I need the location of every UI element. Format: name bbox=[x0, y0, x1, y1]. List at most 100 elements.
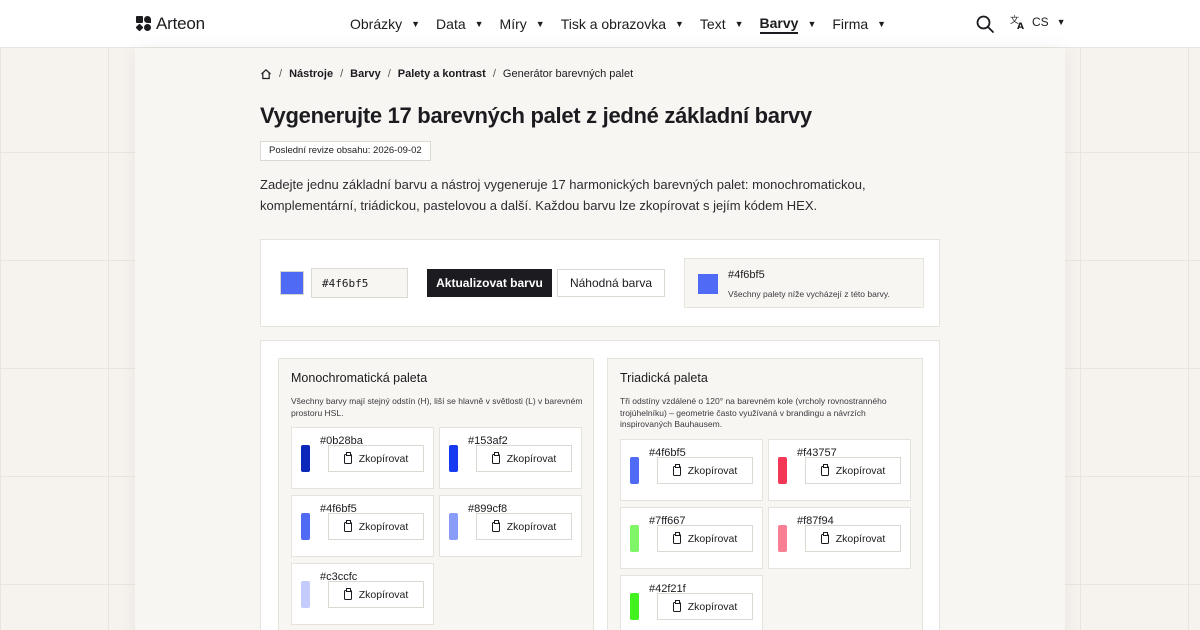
copy-button-label: Zkopírovat bbox=[835, 464, 886, 477]
nav-item-label: Data bbox=[436, 16, 466, 32]
breadcrumb-separator: / bbox=[387, 68, 391, 80]
clipboard-icon bbox=[672, 463, 681, 476]
breadcrumb-link[interactable]: Palety a kontrast bbox=[398, 68, 486, 80]
nav-item[interactable]: Firma ▼ bbox=[832, 0, 886, 48]
chevron-down-icon: ▼ bbox=[1056, 17, 1066, 27]
color-tile: #899cf8 Zkopírovat bbox=[439, 495, 582, 557]
color-tile: #c3ccfc Zkopírovat bbox=[291, 563, 434, 625]
copy-button[interactable]: Zkopírovat bbox=[476, 445, 572, 472]
color-tile: #4f6bf5 Zkopírovat bbox=[620, 439, 763, 501]
color-tile: #f87f94 Zkopírovat bbox=[768, 507, 911, 569]
nav-item-label: Text bbox=[699, 16, 726, 32]
breadcrumb-separator: / bbox=[492, 68, 496, 80]
copy-button-label: Zkopírovat bbox=[687, 464, 738, 477]
chevron-down-icon: ▼ bbox=[807, 19, 817, 29]
palette-card-triadic: Triadická paleta Tři odstíny vzdálené o … bbox=[607, 358, 923, 630]
palettes-section: Monochromatická paleta Všechny barvy maj… bbox=[260, 340, 940, 630]
copy-button[interactable]: Zkopírovat bbox=[476, 513, 572, 540]
nav-item[interactable]: Data ▼ bbox=[436, 0, 484, 48]
chevron-down-icon: ▼ bbox=[411, 19, 421, 29]
breadcrumb-link[interactable]: Nástroje bbox=[289, 68, 333, 80]
update-color-button[interactable]: Aktualizovat barvu bbox=[427, 269, 552, 297]
chevron-down-icon: ▼ bbox=[675, 19, 684, 29]
breadcrumb-link[interactable]: Barvy bbox=[350, 68, 381, 80]
breadcrumb: / Nástroje / Barvy / Palety a kontrast / Generá… bbox=[260, 68, 633, 80]
nav-item[interactable]: Obrázky ▼ bbox=[350, 0, 420, 48]
hex-input[interactable] bbox=[311, 268, 408, 298]
home-icon[interactable] bbox=[260, 68, 272, 80]
color-tile: #42f21f Zkopírovat bbox=[620, 575, 763, 630]
clipboard-icon bbox=[343, 451, 352, 464]
copy-button-label: Zkopírovat bbox=[506, 520, 557, 533]
copy-button[interactable]: Zkopírovat bbox=[328, 445, 424, 472]
revision-badge: Poslední revize obsahu: 2026-09-02 bbox=[260, 141, 431, 161]
nav-item[interactable]: Text ▼ bbox=[700, 0, 744, 48]
language-selector[interactable]: 文 A CS ▼ bbox=[1010, 14, 1066, 30]
top-navigation-bar: Arteon Obrázky ▼ Data ▼ Míry ▼ Tisk a obrazovk… bbox=[0, 0, 1200, 48]
current-color-swatch bbox=[698, 274, 718, 294]
color-tile: #7ff667 Zkopírovat bbox=[620, 507, 763, 569]
copy-button[interactable]: Zkopírovat bbox=[328, 513, 424, 540]
main-nav: Obrázky ▼ Data ▼ Míry ▼ Tisk a obrazovka ▼ Text ▼… bbox=[350, 0, 902, 48]
clipboard-icon bbox=[343, 519, 352, 532]
color-tile: #153af2 Zkopírovat bbox=[439, 427, 582, 489]
color-swatch bbox=[630, 525, 639, 552]
chevron-down-icon: ▼ bbox=[734, 19, 744, 29]
color-swatch bbox=[449, 445, 458, 472]
copy-button[interactable]: Zkopírovat bbox=[805, 457, 901, 484]
nav-item[interactable]: Míry ▼ bbox=[500, 0, 545, 48]
color-swatch bbox=[778, 525, 787, 552]
current-color-note: Všechny palety níže vycházejí z této bar… bbox=[728, 289, 890, 299]
copy-button[interactable]: Zkopírovat bbox=[657, 525, 753, 552]
current-color-hex: #4f6bf5 bbox=[728, 269, 765, 281]
clipboard-icon bbox=[672, 531, 681, 544]
brand-logo-icon bbox=[135, 16, 152, 32]
color-tile: #0b28ba Zkopírovat bbox=[291, 427, 434, 489]
nav-item-label: Tisk a obrazovka bbox=[560, 16, 666, 32]
language-code: CS bbox=[1032, 15, 1049, 29]
palette-description: Všechny barvy mají stejný odstín (H), li… bbox=[291, 396, 583, 418]
intro-text: Zadejte jednu základní barvu a nástroj v… bbox=[260, 177, 866, 213]
copy-button-label: Zkopírovat bbox=[506, 452, 557, 465]
nav-item-label: Míry bbox=[499, 16, 527, 32]
search-icon[interactable] bbox=[975, 14, 995, 34]
clipboard-icon bbox=[491, 451, 500, 464]
nav-item-label: Obrázky bbox=[350, 16, 403, 32]
chevron-down-icon: ▼ bbox=[474, 19, 484, 29]
nav-item-label: Firma bbox=[832, 16, 869, 32]
chevron-down-icon: ▼ bbox=[877, 19, 887, 29]
copy-button[interactable]: Zkopírovat bbox=[328, 581, 424, 608]
copy-button-label: Zkopírovat bbox=[358, 520, 409, 533]
copy-button-label: Zkopírovat bbox=[687, 532, 738, 545]
clipboard-icon bbox=[672, 599, 681, 612]
color-swatch bbox=[301, 513, 310, 540]
palette-title: Triadická paleta bbox=[620, 371, 708, 385]
nav-item[interactable]: Tisk a obrazovka ▼ bbox=[561, 0, 684, 48]
palette-title: Monochromatická paleta bbox=[291, 371, 428, 385]
svg-text:A: A bbox=[1017, 22, 1024, 30]
copy-button[interactable]: Zkopírovat bbox=[657, 593, 753, 620]
copy-button[interactable]: Zkopírovat bbox=[805, 525, 901, 552]
copy-button[interactable]: Zkopírovat bbox=[657, 457, 753, 484]
breadcrumb-current: Generátor barevných palet bbox=[502, 68, 634, 80]
clipboard-icon bbox=[820, 463, 829, 476]
nav-item-label: Barvy bbox=[759, 15, 799, 34]
color-swatch bbox=[449, 513, 458, 540]
page-title: Vygenerujte 17 barevných palet z jedné z… bbox=[260, 103, 812, 128]
color-swatch bbox=[301, 581, 310, 608]
current-color-info: #4f6bf5 Všechny palety níže vycházejí z … bbox=[684, 258, 924, 308]
chevron-down-icon: ▼ bbox=[535, 19, 545, 29]
copy-button-label: Zkopírovat bbox=[835, 532, 886, 545]
color-swatch-input[interactable] bbox=[280, 271, 304, 295]
clipboard-icon bbox=[343, 587, 352, 600]
random-color-button[interactable]: Náhodná barva bbox=[557, 269, 665, 297]
breadcrumb-separator: / bbox=[279, 68, 283, 80]
color-swatch bbox=[630, 593, 639, 620]
nav-item[interactable]: Barvy ▼ bbox=[759, 0, 817, 48]
color-tile: #f43757 Zkopírovat bbox=[768, 439, 911, 501]
color-swatch bbox=[630, 457, 639, 484]
copy-button-label: Zkopírovat bbox=[358, 588, 409, 601]
palette-card-monochromatic: Monochromatická paleta Všechny barvy maj… bbox=[278, 358, 594, 630]
brand-logo[interactable]: Arteon bbox=[135, 14, 205, 34]
breadcrumb-separator: / bbox=[340, 68, 344, 80]
